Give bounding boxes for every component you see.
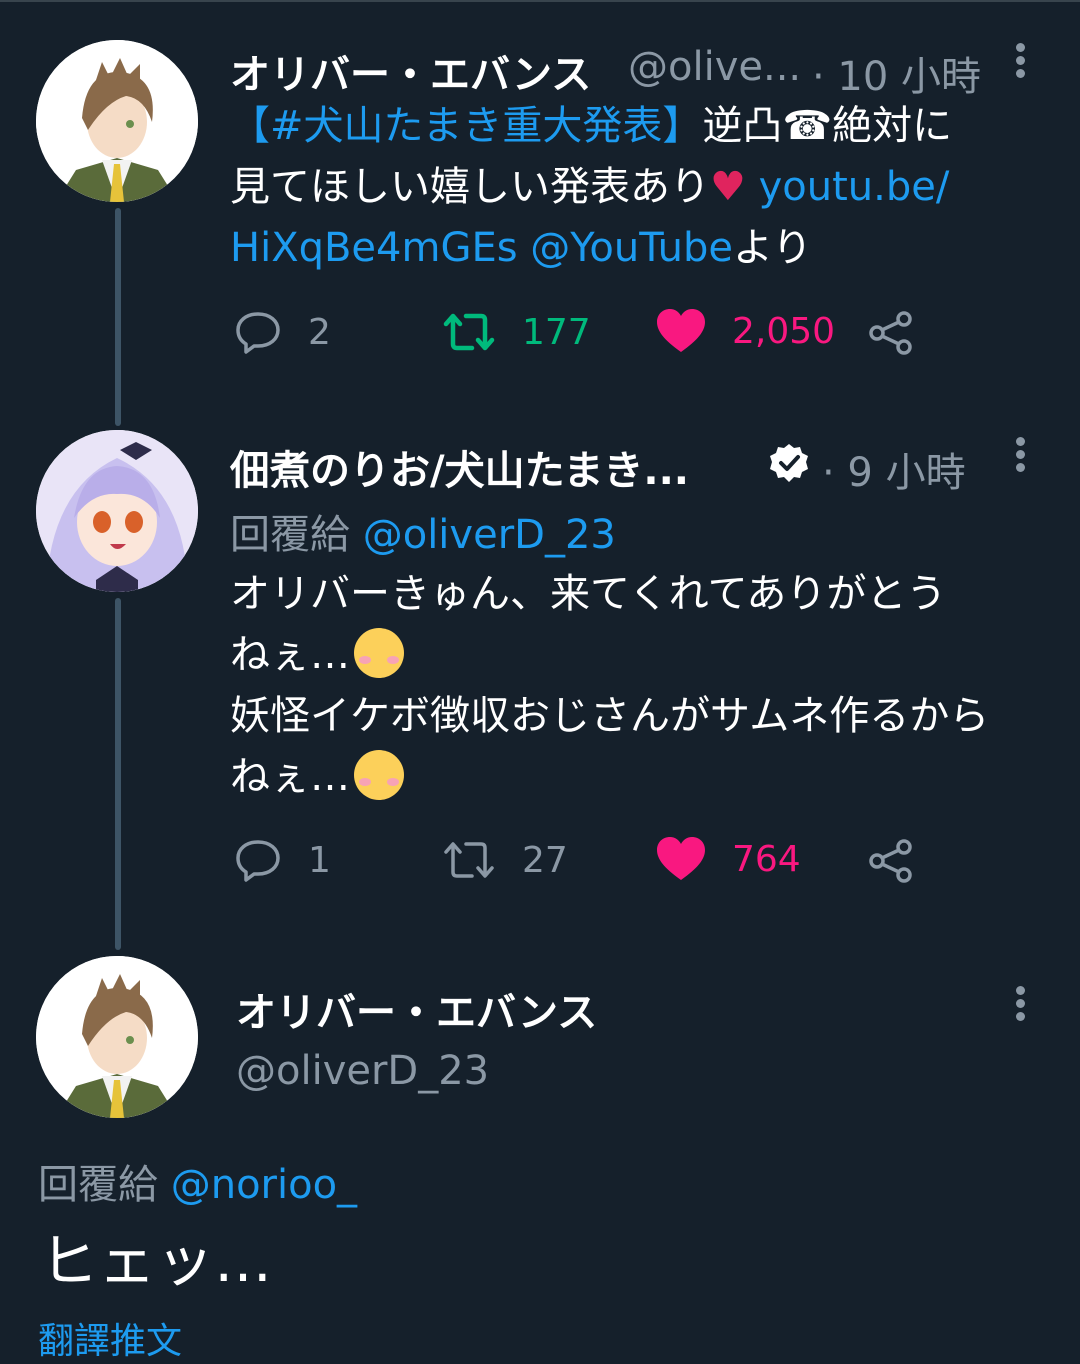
retweet-icon [443, 313, 495, 351]
reply-label: 回覆給 [230, 512, 350, 558]
tweet2-line4-wrap: ねぇ… [230, 747, 1060, 808]
thread-connector [115, 598, 121, 950]
retweet-count: 177 [522, 311, 591, 353]
avatar-oliver[interactable] [36, 956, 198, 1118]
top-divider [0, 0, 1080, 2]
tweet3-author-name[interactable]: オリバー・エバンス [236, 980, 597, 1038]
heart-icon [657, 309, 705, 352]
avatar-image [36, 956, 198, 1118]
tweet2-reply-context: 回覆給 @oliverD_23 [230, 502, 616, 560]
reply-to-mention[interactable]: @oliverD_23 [363, 512, 616, 558]
retweet-icon [444, 842, 494, 878]
tweet2-text: オリバーきゅん、来てくれてありがとう ねぇ… 妖怪イケボ徴収おじさんがサムネ作る… [230, 564, 1060, 808]
tweet2-line4: ねぇ… [230, 754, 350, 800]
tweet1-timestamp[interactable]: · 10 小時 [812, 44, 981, 102]
tweet2-line1: オリバーきゅん、来てくれてありがとう [230, 571, 947, 617]
share-icon [869, 839, 912, 883]
retweet-button[interactable]: 27 [442, 836, 568, 884]
tweet1-author-name[interactable]: オリバー・エバンス [230, 42, 591, 100]
tweet3-author-handle[interactable]: @oliverD_23 [236, 1048, 489, 1094]
reply-to-mention[interactable]: @norioo_ [171, 1162, 357, 1208]
youtube-link-a[interactable]: youtu.be/ [759, 164, 950, 210]
youtube-link-b[interactable]: HiXqBe4mGEs [230, 225, 518, 271]
avatar-image [36, 40, 198, 202]
share-button[interactable] [868, 838, 914, 884]
avatar-image [36, 430, 198, 592]
reply-label: 回覆給 [38, 1162, 158, 1208]
heart-icon [657, 837, 705, 880]
tweet1-text-a: 逆凸☎絶対に [702, 103, 953, 149]
hashtag-link[interactable]: 【#犬山たまき重大発表】 [230, 103, 702, 149]
tweet2-author-name[interactable]: 佃煮のりお/犬山たまき... [230, 438, 689, 496]
youtube-mention[interactable]: @YouTube [530, 225, 733, 271]
tweet2-line2: ねぇ… [230, 632, 350, 678]
red-heart-emoji: ♥ [710, 164, 746, 210]
tweet2-timestamp[interactable]: · 9 小時 [822, 440, 966, 498]
thread-connector [115, 208, 121, 426]
tweet1-author-handle[interactable]: @olive... [628, 44, 801, 90]
blushing-smile-emoji [354, 750, 404, 800]
tweet1-text: 【#犬山たまき重大発表】逆凸☎絶対に 見てほしい嬉しい発表あり♥ youtu.b… [230, 96, 1030, 279]
share-icon [869, 311, 912, 355]
like-button[interactable]: 2,050 [656, 308, 835, 354]
reply-button[interactable]: 1 [234, 836, 331, 884]
reply-icon [236, 840, 280, 882]
like-count: 2,050 [732, 310, 836, 352]
tweet3-reply-context: 回覆給 @norioo_ [38, 1152, 357, 1210]
tweet1-line3: HiXqBe4mGEs @YouTubeより [230, 218, 1030, 279]
translate-tweet-link[interactable]: 翻譯推文 [38, 1312, 182, 1364]
blushing-smile-emoji [354, 628, 404, 678]
retweet-count: 27 [522, 839, 568, 881]
reply-icon [236, 312, 280, 354]
avatar-oliver[interactable] [36, 40, 198, 202]
retweet-button[interactable]: 177 [442, 308, 591, 356]
tweet1-line2: 見てほしい嬉しい発表あり♥ youtu.be/ [230, 157, 1030, 218]
verified-badge-icon [770, 444, 808, 482]
tweet3-text: ヒェッ… [40, 1227, 273, 1295]
reply-button[interactable]: 2 [234, 308, 331, 356]
more-options-icon[interactable] [1014, 437, 1026, 477]
reply-count: 2 [308, 311, 331, 353]
more-options-icon[interactable] [1014, 986, 1026, 1026]
like-button[interactable]: 764 [656, 836, 801, 882]
tweet2-line2-wrap: ねぇ… [230, 625, 1060, 686]
avatar-norio[interactable] [36, 430, 198, 592]
like-count: 764 [732, 838, 801, 880]
tweet1-text-c: より [732, 225, 813, 271]
tweet2-line3: 妖怪イケボ徴収おじさんがサムネ作るから [230, 693, 990, 739]
more-options-icon[interactable] [1014, 43, 1026, 83]
share-button[interactable] [868, 310, 914, 356]
reply-count: 1 [308, 839, 331, 881]
tweet1-line1: 【#犬山たまき重大発表】逆凸☎絶対に [230, 96, 1030, 157]
tweet1-text-b: 見てほしい嬉しい発表あり [230, 164, 710, 210]
